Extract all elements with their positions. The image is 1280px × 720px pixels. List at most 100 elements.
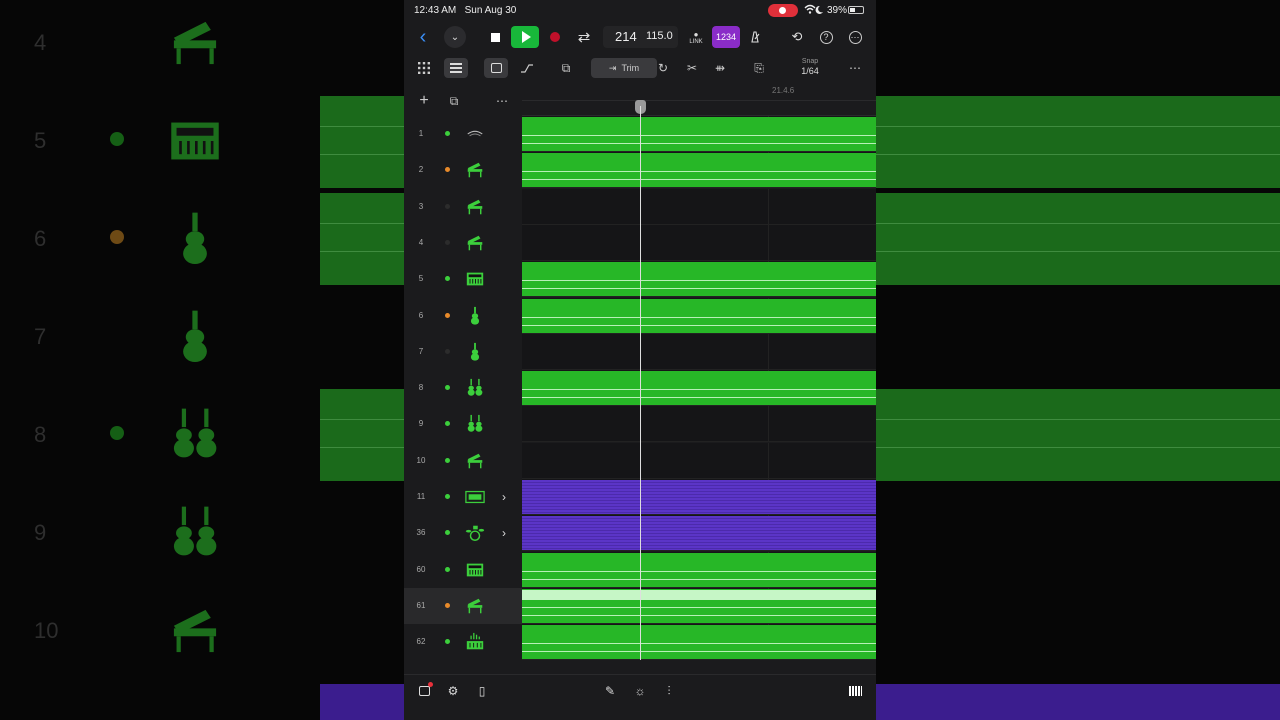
track-lane[interactable] (522, 297, 876, 334)
track-status-dot[interactable] (445, 385, 450, 391)
pattern-region[interactable] (522, 480, 876, 514)
track-lane[interactable] (522, 261, 876, 298)
copy-icon[interactable]: ⧉ (556, 58, 576, 78)
stop-button[interactable] (486, 26, 504, 48)
mixer-icon[interactable]: ⫶ (659, 681, 679, 701)
keyboard-icon[interactable] (845, 681, 865, 701)
track-lane[interactable] (522, 224, 876, 261)
track-header[interactable]: 36 › (404, 515, 522, 552)
trim-tool[interactable]: ⇥ Trim (591, 58, 657, 78)
track-options-icon[interactable]: ⋯ (492, 91, 512, 111)
track-header[interactable]: 8 (404, 370, 522, 407)
midi-region[interactable] (522, 371, 876, 406)
track-status-dot[interactable] (445, 239, 450, 245)
track-header[interactable]: 9 (404, 406, 522, 443)
midi-region[interactable] (522, 262, 876, 297)
track-lane[interactable] (522, 624, 876, 661)
count-in-button[interactable]: 1234 (712, 26, 740, 48)
loop-icon[interactable]: ↻ (653, 58, 673, 78)
add-track-icon[interactable]: + (414, 91, 434, 111)
track-status-dot[interactable] (445, 276, 450, 282)
track-status-dot[interactable] (445, 167, 450, 173)
track-status-dot[interactable] (445, 348, 450, 354)
tracks-view-icon[interactable] (444, 58, 468, 78)
track-header[interactable]: 11 › (404, 479, 522, 515)
browser-icon[interactable] (414, 681, 434, 701)
link-button[interactable]: ● LINK (686, 26, 706, 48)
track-status-dot[interactable] (445, 203, 450, 209)
dropdown-icon[interactable]: ⌄ (444, 26, 466, 48)
snap-control[interactable]: Snap 1/64 (796, 58, 824, 76)
grand-piano-icon (465, 197, 485, 217)
clipboard-icon[interactable]: ⎘ (749, 58, 769, 78)
track-status-dot[interactable] (445, 421, 450, 427)
track-header[interactable]: 10 (404, 442, 522, 479)
track-status-dot[interactable] (445, 602, 450, 608)
track-lane[interactable] (522, 116, 876, 152)
track-lane[interactable] (522, 551, 876, 588)
region-select-icon[interactable] (484, 58, 508, 78)
midi-region[interactable] (522, 552, 876, 587)
chevron-right-icon[interactable]: › (496, 523, 512, 543)
track-lane[interactable] (522, 515, 876, 552)
track-status-dot[interactable] (445, 566, 450, 572)
scissors-icon[interactable]: ✂ (682, 58, 702, 78)
lcd-display[interactable]: 214 115.0 (603, 26, 678, 48)
track-header[interactable]: 5 (404, 261, 522, 298)
track-lane[interactable] (522, 152, 876, 189)
track-controls-icon[interactable]: ⚙ (443, 681, 463, 701)
chevron-right-icon[interactable]: › (496, 487, 512, 507)
track-lane[interactable] (522, 479, 876, 515)
track-status-dot[interactable] (445, 639, 450, 645)
midi-region[interactable] (522, 588, 876, 623)
track-header[interactable]: 60 (404, 551, 522, 588)
record-button[interactable] (548, 26, 562, 48)
violin-icon (465, 306, 485, 326)
metronome-icon[interactable] (746, 26, 764, 48)
midi-note-line (522, 171, 876, 173)
automation-icon[interactable] (517, 58, 537, 78)
grid-view-icon[interactable] (414, 58, 434, 78)
bar-gridline (768, 188, 769, 225)
more-icon[interactable]: ⋯ (846, 26, 864, 48)
track-header[interactable]: 1 (404, 116, 522, 152)
toolbar-more-icon[interactable]: ⋯ (845, 58, 865, 78)
track-status-dot[interactable] (445, 312, 450, 318)
timeline-ruler[interactable]: 21.4.6 (522, 84, 876, 116)
cycle-icon[interactable]: ⇄ (574, 26, 594, 48)
status-bar: 12:43 AM Sun Aug 30 39% (404, 0, 876, 22)
track-header[interactable]: 6 (404, 297, 522, 334)
midi-region[interactable] (522, 153, 876, 188)
track-status-dot[interactable] (445, 530, 450, 536)
pattern-region[interactable] (522, 516, 876, 551)
stop-icon (490, 32, 500, 42)
track-lane[interactable] (522, 442, 876, 479)
track-header[interactable]: 61 (404, 587, 522, 624)
track-lane[interactable] (522, 333, 876, 370)
midi-region[interactable] (522, 117, 876, 151)
midi-region[interactable] (522, 625, 876, 660)
track-lane[interactable] (522, 406, 876, 443)
pencil-icon[interactable]: ✎ (600, 681, 620, 701)
track-status-dot[interactable] (445, 494, 450, 499)
undo-icon[interactable]: ⟲ (788, 26, 806, 48)
sun-icon[interactable]: ☼ (630, 681, 650, 701)
midi-region[interactable] (522, 298, 876, 333)
track-status-dot[interactable] (445, 131, 450, 136)
help-icon[interactable]: ? (817, 26, 835, 48)
track-header[interactable]: 62 (404, 624, 522, 661)
inspector-icon[interactable]: ▯ (472, 681, 492, 701)
play-button[interactable] (511, 26, 539, 48)
track-header[interactable]: 2 (404, 152, 522, 189)
track-lane[interactable] (522, 370, 876, 407)
track-status-dot[interactable] (445, 457, 450, 463)
back-icon[interactable]: ‹ (414, 26, 432, 48)
track-lane[interactable] (522, 587, 876, 624)
wifi-icon (804, 4, 824, 19)
duplicate-track-icon[interactable]: ⧉ (444, 91, 464, 111)
join-icon[interactable]: ⇻ (710, 58, 730, 78)
track-header[interactable]: 7 (404, 333, 522, 370)
track-header[interactable]: 4 (404, 224, 522, 261)
track-lane[interactable] (522, 188, 876, 225)
track-header[interactable]: 3 (404, 188, 522, 225)
